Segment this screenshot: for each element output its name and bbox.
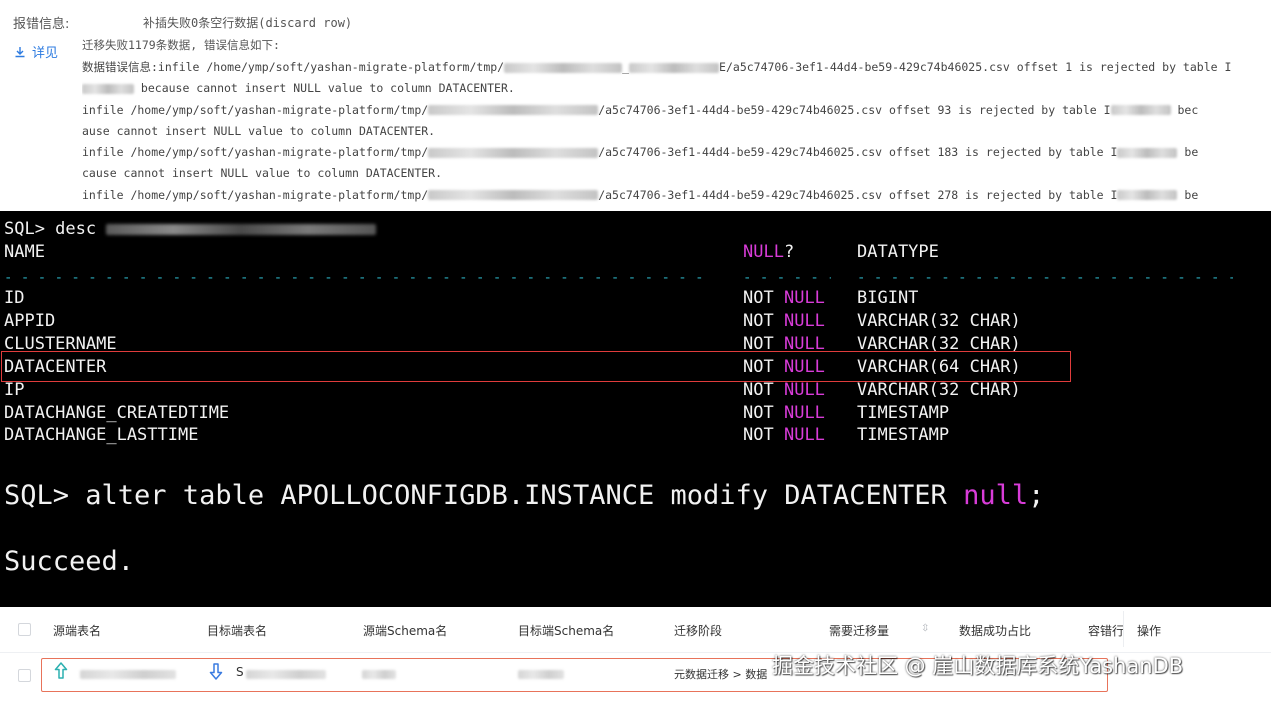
col-success-ratio[interactable]: 数据成功占比 — [959, 622, 1031, 639]
table-header: 源端表名 目标端表名 源端Schema名 目标端Schema名 迁移阶段 需要迁… — [0, 607, 1271, 653]
separator-line: - - - - - - - - - - - - - - - - - - - - … — [857, 270, 1233, 286]
col-source-table[interactable]: 源端表名 — [53, 622, 101, 639]
detail-link[interactable]: 详见 — [14, 42, 58, 61]
col-target-table[interactable]: 目标端表名 — [207, 622, 267, 639]
target-schema-redacted — [518, 670, 564, 679]
separator-line: - - - - - - - - - - - — [743, 270, 831, 286]
col-fault-tolerance[interactable]: 容错行 — [1088, 622, 1124, 639]
detail-link-label: 详见 — [32, 46, 59, 61]
error-line: infile /home/ymp/soft/yashan-migrate-pla… — [82, 145, 1199, 160]
result-message: Succeed. — [4, 546, 135, 577]
col-actions: 操作 — [1137, 624, 1162, 638]
error-info-label: 报错信息: — [13, 17, 70, 32]
source-arrow-up-icon — [54, 662, 68, 679]
target-arrow-down-icon — [209, 663, 223, 680]
error-line: because cannot insert NULL value to colu… — [82, 78, 1267, 99]
column-type: TIMESTAMP — [857, 425, 950, 445]
error-line: cause cannot insert NULL value to column… — [82, 166, 443, 181]
source-table-redacted — [80, 670, 176, 679]
error-line: infile /home/ymp/soft/yashan-migrate-pla… — [82, 187, 1199, 202]
error-log: 数据错误信息:infile /home/ymp/soft/yashan-migr… — [82, 57, 1267, 206]
column-type: TIMESTAMP — [857, 403, 950, 423]
error-line: ause cannot insert NULL value to column … — [82, 123, 436, 138]
source-schema-redacted — [362, 670, 396, 679]
discard-row-note: 补插失败0条空行数据(discard row) — [143, 16, 353, 30]
select-all-checkbox[interactable] — [18, 623, 31, 636]
column-nullable: NOT NULL — [743, 425, 825, 445]
desc-command: SQL> desc — [4, 218, 377, 240]
alter-command: SQL> alter table APOLLOCONFIGDB.INSTANCE… — [4, 480, 1045, 511]
column-nullable: NOT NULL — [743, 403, 825, 423]
column-name: APPID — [4, 311, 56, 331]
column-type: VARCHAR(32 CHAR) — [857, 380, 1021, 400]
header-null: NULL? — [743, 242, 795, 262]
column-nullable: NOT NULL — [743, 380, 825, 400]
header-datatype: DATATYPE — [857, 242, 939, 262]
error-panel: 报错信息: 补插失败0条空行数据(discard row) 详见 迁移失败117… — [0, 0, 1271, 211]
error-line: infile /home/ymp/soft/yashan-migrate-pla… — [82, 102, 1199, 117]
column-name: DATACHANGE_LASTTIME — [4, 425, 199, 445]
column-name: DATACHANGE_CREATEDTIME — [4, 403, 230, 423]
col-target-schema[interactable]: 目标端Schema名 — [518, 622, 614, 639]
col-need-volume[interactable]: 需要迁移量 — [829, 622, 889, 639]
download-icon — [15, 46, 25, 57]
sql-terminal: SQL> desc NAME NULL? DATATYPE - - - - - … — [0, 211, 1271, 607]
column-divider — [1123, 611, 1124, 647]
target-table-redacted — [246, 670, 326, 679]
error-summary: 迁移失败1179条数据, 错误信息如下: — [82, 38, 280, 52]
separator-line: - - - - - - - - - - - - - - - - - - - - … — [4, 270, 704, 286]
column-type: BIGINT — [857, 288, 919, 308]
col-stage[interactable]: 迁移阶段 — [674, 622, 722, 639]
row-checkbox[interactable] — [18, 669, 31, 682]
column-type: VARCHAR(32 CHAR) — [857, 311, 1021, 331]
stage-cell: 元数据迁移 > 数据 — [674, 668, 768, 681]
header-name: NAME — [4, 242, 45, 262]
column-nullable: NOT NULL — [743, 288, 825, 308]
target-table-prefix: S — [236, 665, 244, 679]
column-name: ID — [4, 288, 25, 308]
column-name: IP — [4, 380, 25, 400]
column-nullable: NOT NULL — [743, 311, 825, 331]
datacenter-highlight-box — [1, 351, 1071, 382]
error-line: 数据错误信息:infile /home/ymp/soft/yashan-migr… — [82, 60, 1232, 74]
sort-icon[interactable]: ⇳ — [921, 623, 929, 634]
watermark: 掘金技术社区 @ 崖山数据库系统YashanDB — [772, 654, 1184, 678]
col-source-schema[interactable]: 源端Schema名 — [363, 622, 447, 639]
